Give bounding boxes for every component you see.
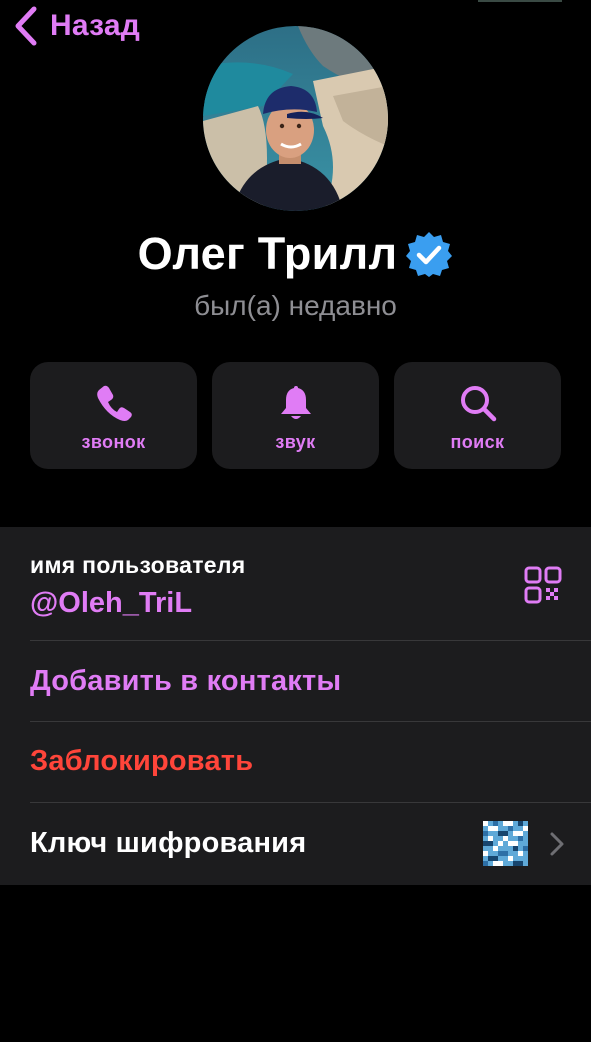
profile-status: был(а) недавно [194, 290, 397, 321]
username-caption: имя пользователя [30, 552, 246, 578]
back-label: Назад [50, 9, 140, 42]
search-icon [458, 383, 498, 423]
qr-code-icon[interactable] [523, 565, 563, 605]
call-button-label: звонок [81, 432, 146, 452]
divider [30, 802, 591, 803]
status-indicator-line [478, 0, 562, 2]
chevron-left-icon [14, 6, 38, 46]
verified-badge-icon [405, 230, 453, 278]
search-button-label: поиск [450, 432, 505, 452]
divider [30, 640, 591, 641]
username-value[interactable]: @Oleh_TriL [30, 587, 192, 620]
profile-name: Олег Трилл [137, 228, 398, 279]
search-button[interactable]: поиск [394, 362, 561, 469]
chevron-right-icon [548, 831, 566, 857]
encryption-key-row[interactable]: Ключ шифрования [30, 827, 306, 860]
sound-button[interactable]: звук [212, 362, 379, 469]
call-button[interactable]: звонок [30, 362, 197, 469]
divider [30, 721, 591, 722]
avatar[interactable] [203, 26, 388, 211]
block-user-button[interactable]: Заблокировать [30, 745, 253, 778]
back-button[interactable]: Назад [14, 6, 140, 46]
action-buttons: звонок звук поиск [30, 362, 561, 469]
bell-icon [276, 383, 316, 423]
sound-button-label: звук [275, 432, 316, 452]
phone-icon [94, 383, 134, 423]
profile-name-row: Олег Трилл [0, 228, 591, 280]
add-to-contacts-button[interactable]: Добавить в контакты [30, 665, 341, 698]
profile-info-list: имя пользователя @Oleh_TriL Добавить в к… [0, 527, 591, 885]
encryption-key-image [483, 821, 528, 866]
